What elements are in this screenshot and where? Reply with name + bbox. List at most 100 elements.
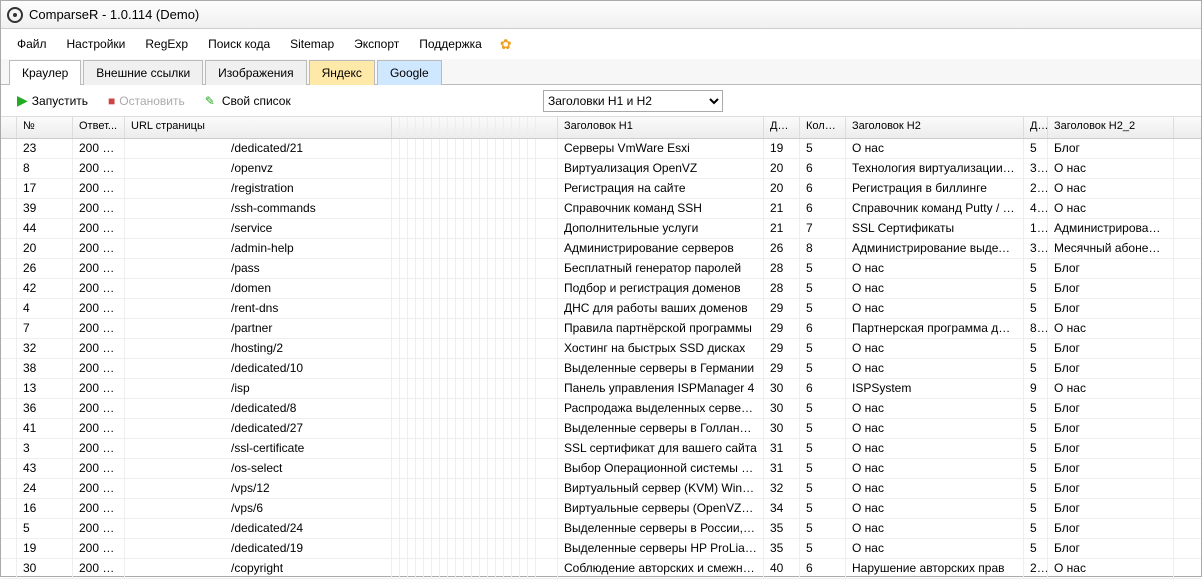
menu-settings[interactable]: Настройки (59, 33, 134, 55)
col-no[interactable]: № (17, 117, 73, 138)
cell-no: 43 (17, 459, 73, 478)
menu-regexp[interactable]: RegExp (137, 33, 196, 55)
col-h2-2[interactable]: Заголовок H2_2 (1048, 117, 1174, 138)
table-row[interactable]: 4200 OK/rent-dnsДНС для работы ваших дом… (1, 299, 1201, 319)
row-marker (1, 459, 17, 478)
table-row[interactable]: 41200 OK/dedicated/27Выделенные серверы … (1, 419, 1201, 439)
cell-spacer (536, 499, 558, 518)
table-row[interactable]: 26200 OK/passБесплатный генератор пароле… (1, 259, 1201, 279)
menu-search[interactable]: Поиск кода (200, 33, 278, 55)
col-spacer[interactable] (536, 117, 558, 138)
cell-count: 5 (800, 299, 846, 318)
cell-h2: О нас (846, 519, 1024, 538)
table-row[interactable]: 42200 OK/domenПодбор и регистрация домен… (1, 279, 1201, 299)
table-row[interactable]: 38200 OK/dedicated/10Выделенные серверы … (1, 359, 1201, 379)
cell-length: 32 (764, 479, 800, 498)
cell-no: 3 (17, 439, 73, 458)
tab-crawler[interactable]: Краулер (9, 60, 81, 85)
cell-h2-2: О нас (1048, 319, 1174, 338)
cell-length: 29 (764, 319, 800, 338)
table-row[interactable]: 19200 OK/dedicated/19Выделенные серверы … (1, 539, 1201, 559)
cell-h2-2: Блог (1048, 399, 1174, 418)
cell-url: /ssh-commands (125, 199, 392, 218)
row-marker (1, 159, 17, 178)
cell-h2-2: Месячный абонеме... (1048, 239, 1174, 258)
row-marker (1, 399, 17, 418)
cell-length: 20 (764, 179, 800, 198)
cell-response: 200 OK (73, 239, 125, 258)
menu-sitemap[interactable]: Sitemap (282, 33, 342, 55)
cell-no: 19 (17, 539, 73, 558)
col-h2[interactable]: Заголовок H2 (846, 117, 1024, 138)
cell-response: 200 OK (73, 399, 125, 418)
cell-h2-2: Блог (1048, 299, 1174, 318)
table-row[interactable]: 8200 OK/openvzВиртуализация OpenVZ206Тех… (1, 159, 1201, 179)
col-h1[interactable]: Заголовок H1 (558, 117, 764, 138)
titlebar: ComparseR - 1.0.114 (Demo) (1, 1, 1201, 29)
table-row[interactable]: 36200 OK/dedicated/8 Распродажа выделенны… (1, 399, 1201, 419)
table-row[interactable]: 32200 OK/hosting/2Хостинг на быстрых SSD… (1, 339, 1201, 359)
cell-no: 16 (17, 499, 73, 518)
table-row[interactable]: 39200 OK/ssh-commandsСправочник команд S… (1, 199, 1201, 219)
cell-no: 36 (17, 399, 73, 418)
menu-export[interactable]: Экспорт (346, 33, 407, 55)
table-row[interactable]: 13200 OK/ispПанель управления ISPManager… (1, 379, 1201, 399)
cell-h2: О нас (846, 499, 1024, 518)
menu-support[interactable]: Поддержка (411, 33, 490, 55)
tab-extlinks[interactable]: Внешние ссылки (83, 60, 203, 85)
cell-h2-2: Блог (1048, 419, 1174, 438)
cell-no: 4 (17, 299, 73, 318)
table-row[interactable]: 17200 OK/registrationРегистрация на сайт… (1, 179, 1201, 199)
tab-images[interactable]: Изображения (205, 60, 306, 85)
gear-icon[interactable]: ✿ (494, 36, 518, 53)
menu-file[interactable]: Файл (9, 33, 55, 55)
cell-h2-2: О нас (1048, 159, 1174, 178)
cell-h2: О нас (846, 139, 1024, 158)
menubar: Файл Настройки RegExp Поиск кода Sitemap… (1, 29, 1201, 59)
cell-h1: Выделенные серверы в Германии (558, 359, 764, 378)
cell-h1: Распродажа выделенных серверов (558, 399, 764, 418)
col-url[interactable]: URL страницы (125, 117, 392, 138)
col-d[interactable]: Д.. (1024, 117, 1048, 138)
table-row[interactable]: 43200 OK/os-selectВыбор Операционной сис… (1, 459, 1201, 479)
table-row[interactable]: 23200 OK/dedicated/21Серверы VmWare Esxi… (1, 139, 1201, 159)
col-marker[interactable] (1, 117, 17, 138)
start-button[interactable]: ▶Запустить (11, 89, 94, 112)
table-row[interactable]: 24200 OK/vps/12Виртуальный сервер (KVM) … (1, 479, 1201, 499)
stop-button[interactable]: ■Остановить (102, 91, 191, 111)
cell-d: 5 (1024, 139, 1048, 158)
table-row[interactable]: 30200 OK/copyrightСоблюдение авторских и… (1, 559, 1201, 579)
cell-no: 41 (17, 419, 73, 438)
row-marker (1, 419, 17, 438)
row-marker (1, 139, 17, 158)
cell-h2: О нас (846, 419, 1024, 438)
table-row[interactable]: 7200 OK/partnerПравила партнёрской прогр… (1, 319, 1201, 339)
cell-d: 5 (1024, 399, 1048, 418)
table-row[interactable]: 3200 OK/ssl-certificateSSL сертификат дл… (1, 439, 1201, 459)
cell-length: 30 (764, 419, 800, 438)
own-label: Свой список (222, 94, 291, 108)
cell-no: 26 (17, 259, 73, 278)
table-row[interactable]: 44200 OK/serviceДополнительные услуги217… (1, 219, 1201, 239)
table-row[interactable]: 16200 OK/vps/6Виртуальные серверы (OpenV… (1, 499, 1201, 519)
cell-h1: Администрирование серверов (558, 239, 764, 258)
cell-h2-2: Блог (1048, 499, 1174, 518)
cell-no: 42 (17, 279, 73, 298)
cell-spacer (536, 399, 558, 418)
tab-google[interactable]: Google (377, 60, 442, 85)
col-response[interactable]: Ответ... (73, 117, 125, 138)
cell-no: 30 (17, 559, 73, 578)
table-row[interactable]: 20200 OK/admin-helpАдминистрирование сер… (1, 239, 1201, 259)
col-length[interactable]: Дли... (764, 117, 800, 138)
tab-yandex[interactable]: Яндекс (309, 60, 375, 85)
cell-url: /dedicated/8 (125, 399, 392, 418)
col-count[interactable]: Кол-в... (800, 117, 846, 138)
table-row[interactable]: 5200 OK/dedicated/24Выделенные серверы в… (1, 519, 1201, 539)
cell-d: 5 (1024, 539, 1048, 558)
cell-h1: Серверы VmWare Esxi (558, 139, 764, 158)
own-list-button[interactable]: Свой список (199, 91, 297, 111)
filter-select[interactable]: Заголовки H1 и H2 (543, 90, 723, 112)
cell-no: 38 (17, 359, 73, 378)
cell-h1: Хостинг на быстрых SSD дисках (558, 339, 764, 358)
cell-url: /isp (125, 379, 392, 398)
